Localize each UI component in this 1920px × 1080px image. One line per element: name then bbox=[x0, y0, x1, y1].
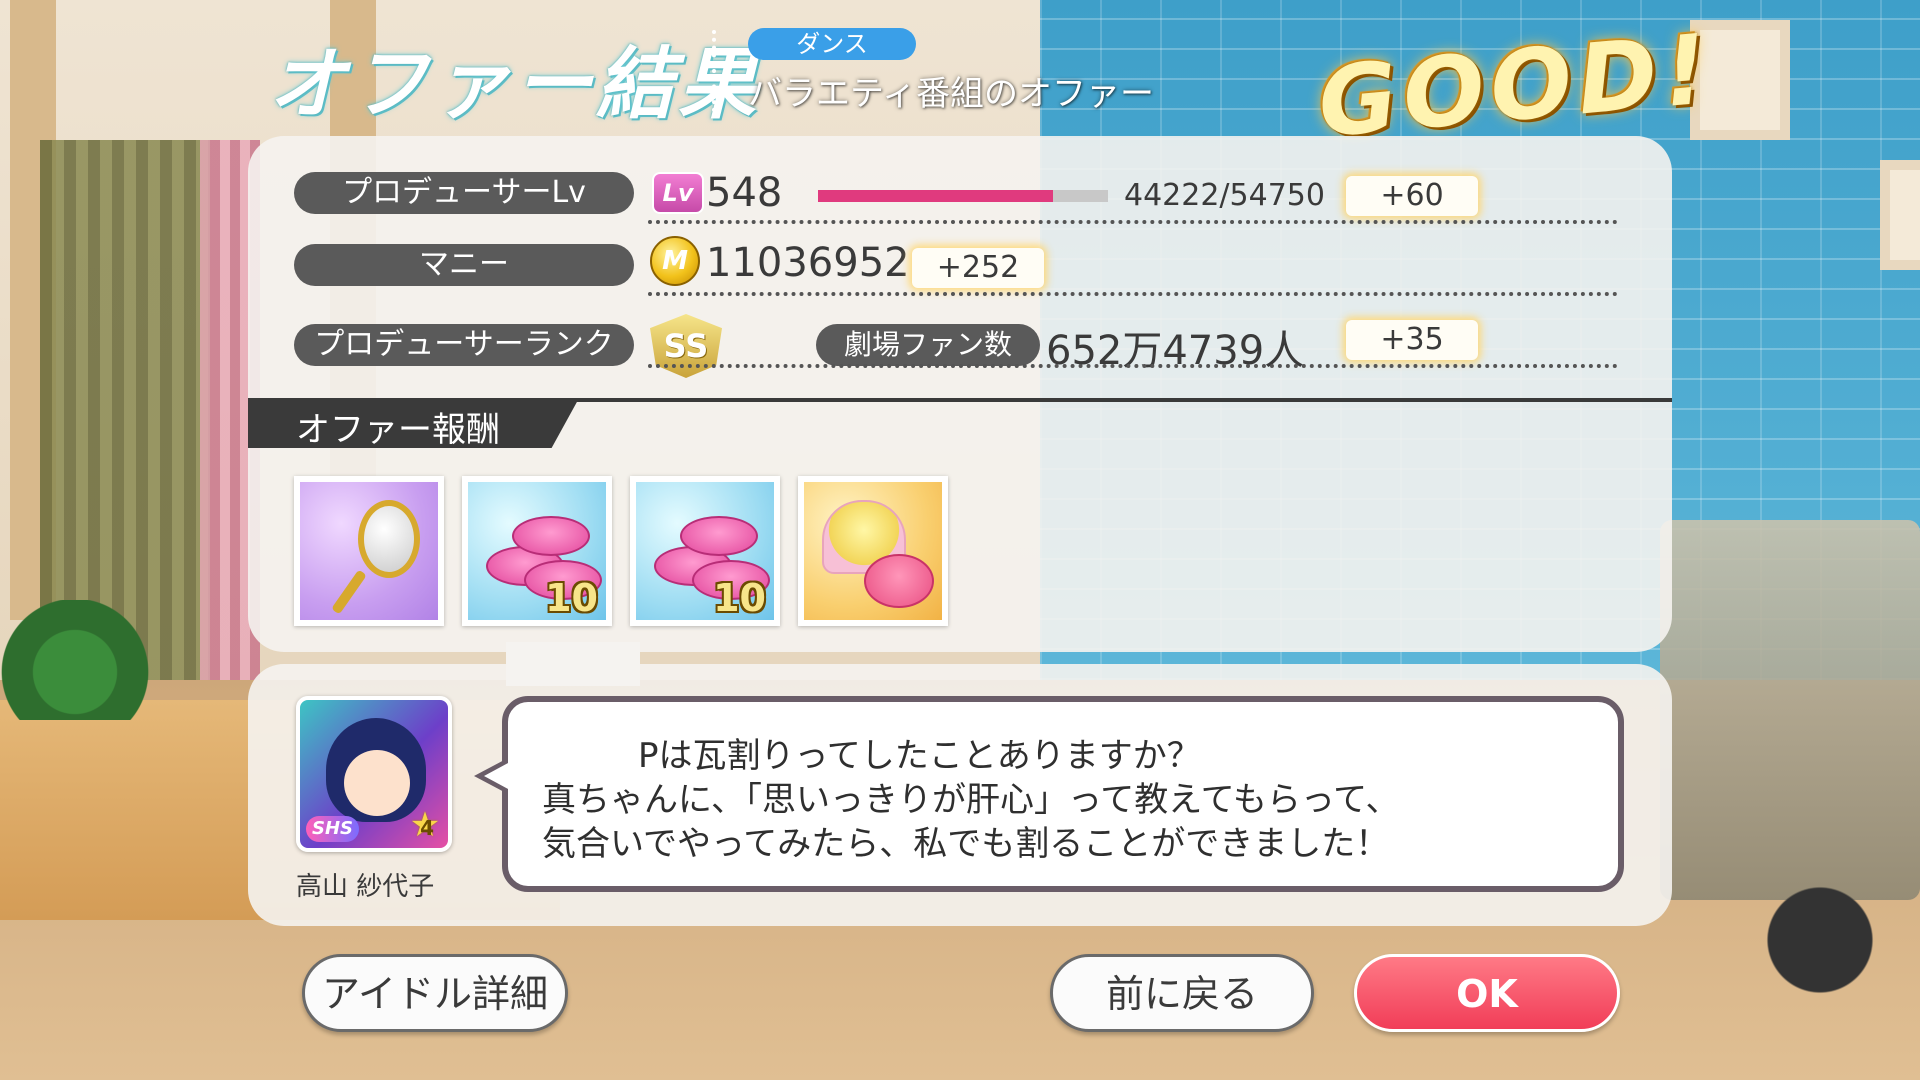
idol-detail-button[interactable]: アイドル詳細 bbox=[302, 954, 568, 1032]
exp-gain: +60 bbox=[1346, 176, 1478, 216]
hand-mirror-icon bbox=[358, 500, 420, 578]
level-icon: Lv bbox=[652, 172, 704, 214]
speech-line: 気合いでやってみたら、私でも割ることができました！ bbox=[542, 824, 1390, 864]
offer-name: バラエティ番組のオファー bbox=[748, 74, 1154, 114]
reward-item-mirror[interactable] bbox=[294, 476, 444, 626]
star-level: 4 bbox=[420, 816, 434, 840]
money-label: マニー bbox=[294, 244, 634, 286]
back-button[interactable]: 前に戻る bbox=[1050, 954, 1314, 1032]
exp-bar bbox=[818, 190, 1108, 202]
producer-lv-label: プロデューサーLv bbox=[294, 172, 634, 214]
speech-line: Pは瓦割りってしたことありますか？ bbox=[638, 736, 1201, 776]
money-value: 11036952 bbox=[706, 240, 910, 286]
money-coin-icon: M bbox=[650, 236, 700, 286]
speech-line: 真ちゃんに、「思いっきりが肝心」って教えてもらって、 bbox=[542, 780, 1400, 820]
exp-text: 44222/54750 bbox=[1124, 178, 1325, 213]
reward-item-coins[interactable]: 10 bbox=[630, 476, 780, 626]
rewards-tab: オファー報酬 bbox=[248, 400, 578, 448]
page-title: オファー結果 bbox=[268, 40, 761, 130]
reward-qty: 10 bbox=[713, 576, 766, 620]
rewards-header: オファー報酬 bbox=[296, 410, 500, 450]
producer-lv-value: 548 bbox=[706, 170, 783, 216]
reward-item-cream[interactable] bbox=[798, 476, 948, 626]
wall-shelf bbox=[1880, 160, 1920, 270]
title-divider bbox=[712, 30, 720, 112]
exp-bar-fill bbox=[818, 190, 1053, 202]
theater-fans-label: 劇場ファン数 bbox=[816, 324, 1040, 366]
ok-button[interactable]: OK bbox=[1354, 954, 1620, 1032]
avatar-face bbox=[344, 750, 410, 816]
pink-coin bbox=[512, 516, 590, 556]
row-divider bbox=[648, 220, 1618, 224]
curtain bbox=[40, 140, 210, 680]
idol-avatar[interactable]: SHS ★ 4 bbox=[296, 696, 452, 852]
category-badge: ダンス bbox=[748, 28, 916, 60]
camera-tripod bbox=[1720, 880, 1920, 1080]
mirror-handle bbox=[331, 569, 367, 615]
row-divider bbox=[648, 364, 1618, 368]
reward-item-coins[interactable]: 10 bbox=[462, 476, 612, 626]
producer-rank-label: プロデューサーランク bbox=[294, 324, 634, 366]
speech-tail-inner bbox=[484, 762, 510, 790]
pink-coin bbox=[680, 516, 758, 556]
rank-badge-icon: SS bbox=[650, 314, 722, 378]
rarity-badge: SHS bbox=[306, 816, 359, 842]
speech-bubble: Pは瓦割りってしたことありますか？ 真ちゃんに、「思いっきりが肝心」って教えても… bbox=[502, 696, 1624, 892]
plant-decoration bbox=[0, 600, 150, 720]
reward-qty: 10 bbox=[545, 576, 598, 620]
panel-connector bbox=[506, 642, 640, 686]
idol-name: 高山 紗代子 bbox=[296, 872, 435, 902]
rank-text: SS bbox=[663, 327, 709, 365]
stats-panel: プロデューサーLv Lv 548 44222/54750 +60 マニー M 1… bbox=[248, 136, 1672, 652]
fans-gain: +35 bbox=[1346, 320, 1478, 360]
tv-camera bbox=[1660, 520, 1920, 900]
cream-lid bbox=[864, 554, 934, 608]
money-gain: +252 bbox=[912, 248, 1044, 288]
row-divider bbox=[648, 292, 1618, 296]
